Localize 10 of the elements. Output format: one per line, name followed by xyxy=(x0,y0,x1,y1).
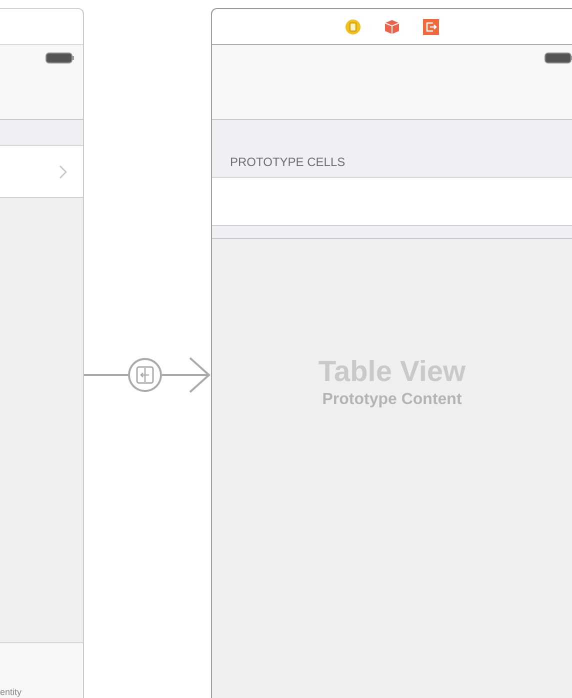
segue-arrow[interactable] xyxy=(84,357,211,393)
battery-icon xyxy=(544,52,572,64)
section-header: PROTOTYPE CELLS xyxy=(230,155,346,169)
cube-icon[interactable] xyxy=(384,18,400,34)
view-controller-icon[interactable] xyxy=(345,18,361,34)
battery-icon xyxy=(45,52,75,64)
footer-label: entity xyxy=(0,687,22,697)
table-view-subtitle: Prototype Content xyxy=(322,391,462,409)
exit-icon[interactable] xyxy=(423,18,439,34)
chevron-icon xyxy=(59,164,67,178)
